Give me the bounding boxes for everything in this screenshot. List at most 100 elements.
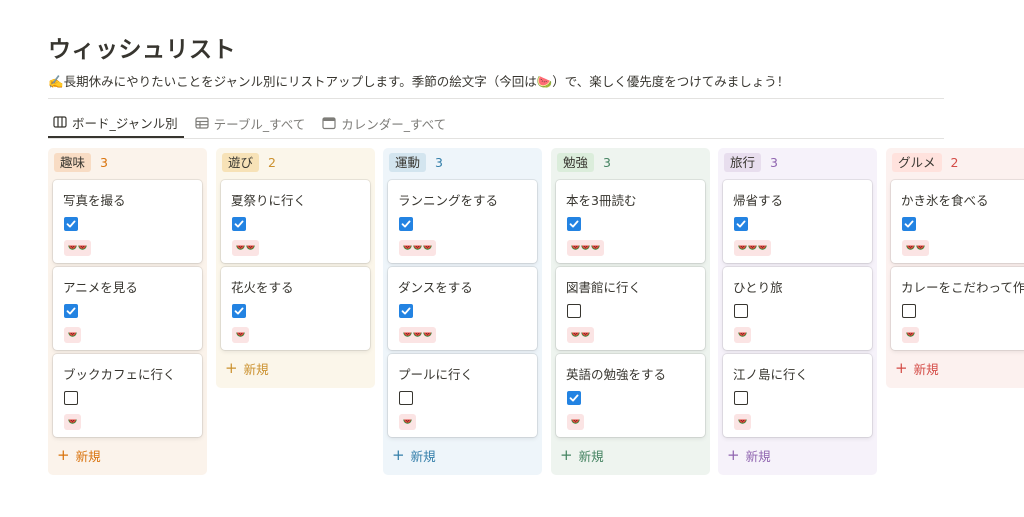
done-checkbox[interactable] <box>567 391 581 405</box>
board-column: 遊び 2 夏祭りに行く花火をする + 新規 <box>216 148 375 388</box>
card-title: 帰省する <box>733 193 784 208</box>
column-group-label: 趣味 <box>54 152 92 172</box>
done-checkbox[interactable] <box>734 304 748 318</box>
board-card[interactable]: プールに行く <box>388 354 537 437</box>
priority-tag <box>232 327 249 343</box>
new-card-button[interactable]: + 新規 <box>388 443 542 467</box>
page-description: ✍️長期休みにやりたいことをジャンル別にリストアップします。季節の絵文字（今回は… <box>48 74 790 89</box>
column-header[interactable]: 遊び 2 <box>216 148 375 176</box>
done-checkbox[interactable] <box>64 304 78 318</box>
new-card-label: 新規 <box>75 448 101 464</box>
column-header[interactable]: 旅行 3 <box>718 148 877 176</box>
board-column: 趣味 3 写真を撮るアニメを見るブックカフェに行く + 新規 <box>48 148 207 475</box>
plus-icon: + <box>225 358 238 377</box>
priority-tag <box>734 414 751 430</box>
done-checkbox[interactable] <box>734 217 748 231</box>
column-header[interactable]: 運動 3 <box>383 148 542 176</box>
card-title: ブックカフェに行く <box>63 367 176 382</box>
done-checkbox[interactable] <box>64 391 78 405</box>
new-card-label: 新規 <box>578 448 604 464</box>
new-card-button[interactable]: + 新規 <box>53 443 207 467</box>
board-card[interactable]: ダンスをする <box>388 267 537 350</box>
priority-tag <box>64 414 81 430</box>
board-card[interactable]: カレーをこだわって作る <box>891 267 1024 350</box>
watermelon-icon <box>906 245 915 251</box>
priority-tag <box>734 327 751 343</box>
column-count: 3 <box>603 154 611 170</box>
new-card-button[interactable]: + 新規 <box>556 443 710 467</box>
watermelon-icon <box>738 245 747 251</box>
priority-tag <box>399 240 436 256</box>
done-checkbox[interactable] <box>734 391 748 405</box>
card-title: 写真を撮る <box>63 193 126 208</box>
watermelon-icon <box>78 245 87 251</box>
priority-tag <box>902 327 919 343</box>
board-card[interactable]: ひとり旅 <box>723 267 872 350</box>
board-card[interactable]: かき氷を食べる <box>891 180 1024 263</box>
new-card-button[interactable]: + 新規 <box>221 356 375 380</box>
board-card[interactable]: 帰省する <box>723 180 872 263</box>
tab-board-by-genre[interactable]: ボード_ジャンル別 <box>48 108 184 138</box>
tab-calendar-all[interactable]: カレンダー_すべて <box>317 108 452 138</box>
done-checkbox[interactable] <box>232 217 246 231</box>
watermelon-icon <box>748 245 757 251</box>
card-title: 英語の勉強をする <box>566 367 667 382</box>
column-header[interactable]: 趣味 3 <box>48 148 207 176</box>
done-checkbox[interactable] <box>399 391 413 405</box>
board-card[interactable]: 本を3冊読む <box>556 180 705 263</box>
done-checkbox[interactable] <box>902 217 916 231</box>
new-card-label: 新規 <box>913 361 939 377</box>
done-checkbox[interactable] <box>64 217 78 231</box>
board-card[interactable]: ランニングをする <box>388 180 537 263</box>
board-card[interactable]: ブックカフェに行く <box>53 354 202 437</box>
column-group-label: 運動 <box>389 152 427 172</box>
watermelon-icon <box>236 245 245 251</box>
card-title: 夏祭りに行く <box>231 193 307 208</box>
board-column: グルメ 2 かき氷を食べるカレーをこだわって作る + 新規 <box>886 148 1024 388</box>
table-icon <box>195 116 209 130</box>
column-header[interactable]: 勉強 3 <box>551 148 710 176</box>
plus-icon: + <box>392 445 405 464</box>
board-card[interactable]: 図書館に行く <box>556 267 705 350</box>
done-checkbox[interactable] <box>567 304 581 318</box>
new-card-button[interactable]: + 新規 <box>891 356 1024 380</box>
watermelon-icon <box>68 419 77 425</box>
calendar-icon <box>322 116 336 130</box>
column-header[interactable]: グルメ 2 <box>886 148 1024 176</box>
done-checkbox[interactable] <box>902 304 916 318</box>
new-card-button[interactable]: + 新規 <box>723 443 877 467</box>
plus-icon: + <box>895 358 908 377</box>
done-checkbox[interactable] <box>399 217 413 231</box>
board-card[interactable]: 夏祭りに行く <box>221 180 370 263</box>
column-group-label: 旅行 <box>724 152 762 172</box>
column-count: 3 <box>435 154 443 170</box>
priority-tag <box>64 327 81 343</box>
tab-label: ボード_ジャンル別 <box>72 115 178 131</box>
card-title: ダンスをする <box>398 280 473 295</box>
watermelon-icon <box>571 419 580 425</box>
card-title: プールに行く <box>398 367 474 382</box>
board-card[interactable]: 写真を撮る <box>53 180 202 263</box>
column-group-label: 勉強 <box>557 152 595 172</box>
divider <box>48 138 944 139</box>
tab-table-all[interactable]: テーブル_すべて <box>190 108 312 138</box>
board-column: 旅行 3 帰省するひとり旅 江ノ島に行く + 新規 <box>718 148 877 475</box>
plus-icon: + <box>57 445 70 464</box>
card-title: 図書館に行く <box>566 280 642 295</box>
plus-icon: + <box>727 445 740 464</box>
new-card-label: 新規 <box>243 361 269 377</box>
tab-label: テーブル_すべて <box>213 116 306 132</box>
board-column: 勉強 3 本を3冊読む図書館に行く英語の勉強をする + 新規 <box>551 148 710 475</box>
watermelon-icon <box>413 332 422 338</box>
watermelon-icon <box>68 332 77 338</box>
done-checkbox[interactable] <box>567 217 581 231</box>
column-count: 3 <box>770 154 778 170</box>
board-card[interactable]: 英語の勉強をする <box>556 354 705 437</box>
board-card[interactable]: アニメを見る <box>53 267 202 350</box>
board-card[interactable]: 花火をする <box>221 267 370 350</box>
card-title: カレーをこだわって作る <box>901 280 1024 295</box>
done-checkbox[interactable] <box>232 304 246 318</box>
board-card[interactable]: 江ノ島に行く <box>723 354 872 437</box>
done-checkbox[interactable] <box>399 304 413 318</box>
plus-icon: + <box>560 445 573 464</box>
